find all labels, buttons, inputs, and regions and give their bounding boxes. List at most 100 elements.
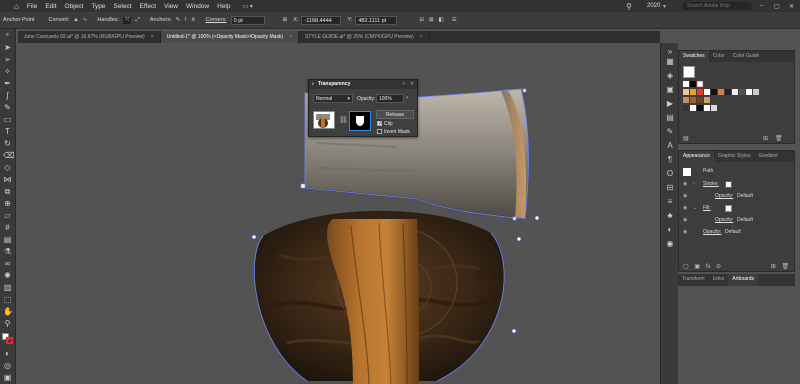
libraries-icon[interactable]: ▣ xyxy=(665,85,675,95)
stroke-swatch[interactable] xyxy=(6,337,13,344)
x-input[interactable]: -1168.4444 xyxy=(301,15,342,25)
tab-links[interactable]: Links xyxy=(709,274,729,286)
eraser-tool-icon[interactable]: ⌫ xyxy=(3,151,14,160)
tab-swatches[interactable]: Swatches xyxy=(679,51,709,62)
tab-june-carousels[interactable]: June Carousels 02.ai* @ 16.67% (RGB/GPU … xyxy=(18,31,161,43)
anchor-connect-icon[interactable]: ⌇ xyxy=(184,17,187,23)
collapse-icon[interactable]: ≡ xyxy=(3,31,12,40)
brushes-icon[interactable]: ✎ xyxy=(665,127,675,137)
home-icon[interactable]: ⌂ xyxy=(14,2,19,11)
eyedropper-tool-icon[interactable]: ⚗ xyxy=(3,247,12,256)
width-tool-icon[interactable]: ⋈ xyxy=(3,175,12,184)
type-tool-icon[interactable]: T xyxy=(3,127,12,136)
tab-untitled-1[interactable]: Untitled-1* @ 100% (<Opacity Mask>/Opaci… xyxy=(160,31,300,43)
appearance-object-row[interactable]: Path xyxy=(679,166,796,177)
menu-file[interactable]: File xyxy=(27,3,37,10)
menu-help[interactable]: Help xyxy=(217,3,230,10)
shape-builder-tool-icon[interactable]: ⊕ xyxy=(3,199,12,208)
release-button[interactable]: Release xyxy=(376,110,414,119)
close-tab-icon[interactable]: × xyxy=(151,34,154,40)
new-swatch-icon[interactable]: ⊞ xyxy=(763,135,768,142)
opacity-chevron-icon[interactable]: › xyxy=(406,95,408,101)
handles-alt-icon[interactable]: ⤢ xyxy=(135,17,139,24)
convert-corner-icon[interactable]: ▲ xyxy=(73,17,78,23)
align-icon[interactable]: ⊟ xyxy=(665,183,675,193)
tab-graphic-styles[interactable]: Graphic Styles xyxy=(714,151,755,162)
free-transform-tool-icon[interactable]: ⧉ xyxy=(3,187,12,196)
selection-tool-icon[interactable]: ➤ xyxy=(3,43,12,52)
appearance-stroke-row[interactable]: ◉ › Stroke: xyxy=(679,179,796,190)
clear-appearance-icon[interactable]: ⊘ xyxy=(716,264,721,270)
invert-mask-checkbox[interactable]: Invert Mask xyxy=(377,129,410,135)
graph-tool-icon[interactable]: ▥ xyxy=(3,283,12,292)
tab-transform[interactable]: Transform xyxy=(678,274,709,286)
tab-color[interactable]: Color xyxy=(709,51,729,62)
curvature-tool-icon[interactable]: ∫ xyxy=(3,91,12,100)
delete-swatch-icon[interactable]: 🗑 xyxy=(775,135,783,142)
handles-icon[interactable]: ⤧ xyxy=(123,16,132,24)
symbols-icon[interactable]: ♣ xyxy=(665,211,675,221)
screen-mode-icon[interactable]: ▣ xyxy=(3,373,12,382)
transparency-icon[interactable]: ◐ xyxy=(665,225,675,235)
paragraph-icon[interactable]: ¶ xyxy=(665,155,675,165)
workspace-chevron-icon[interactable]: ▾ xyxy=(663,3,666,10)
corners-input[interactable]: 0 pt xyxy=(230,15,265,25)
eye-icon[interactable]: ◉ xyxy=(683,203,687,214)
align-icon[interactable]: ⊟ xyxy=(419,17,424,23)
duplicate-item-icon[interactable]: ⊞ xyxy=(771,264,776,270)
menu-window[interactable]: Window xyxy=(186,3,209,10)
tab-appearance[interactable]: Appearance xyxy=(679,151,714,162)
rectangle-tool-icon[interactable]: ▭ xyxy=(3,115,12,124)
layers-icon[interactable]: ◈ xyxy=(665,71,675,81)
pencil-tool-icon[interactable]: ✎ xyxy=(3,103,12,112)
zoom-tool-icon[interactable]: ⚲ xyxy=(3,319,12,328)
close-window-icon[interactable]: ✕ xyxy=(789,3,794,10)
direct-selection-tool-icon[interactable]: ➢ xyxy=(3,55,12,64)
appearance-opacity-row[interactable]: ◉ Opacity: Default xyxy=(679,227,796,238)
appearance-fill-row[interactable]: ◉ ⌄ Fill: xyxy=(679,203,796,214)
clip-checkbox[interactable]: ✓ Clip xyxy=(377,121,393,127)
new-art-basic-icon[interactable]: ▢ xyxy=(683,264,689,270)
color-mode-icon[interactable]: ◐ xyxy=(3,349,12,358)
maximize-icon[interactable]: ▢ xyxy=(774,3,780,10)
disclosure-icon[interactable]: › xyxy=(693,179,695,190)
link-icon[interactable]: ⛓ xyxy=(339,116,348,124)
transform-grid-icon[interactable]: ⊞ xyxy=(283,17,288,23)
isolate-icon[interactable]: ◧ xyxy=(439,17,444,23)
symbol-sprayer-tool-icon[interactable]: ✺ xyxy=(3,271,12,280)
eye-icon[interactable]: ◉ xyxy=(683,191,687,202)
artwork-thumbnail[interactable] xyxy=(313,111,335,129)
menu-object[interactable]: Object xyxy=(65,3,84,10)
collapse-panel-icon[interactable]: » xyxy=(402,80,405,89)
pen-tool-icon[interactable]: ✒ xyxy=(3,79,12,88)
stroke-icon[interactable]: ≡ xyxy=(665,197,675,207)
rotate-tool-icon[interactable]: ↻ xyxy=(3,139,12,148)
hand-tool-icon[interactable]: ✋ xyxy=(3,307,13,316)
properties-icon[interactable]: ▦ xyxy=(665,57,675,67)
y-input[interactable]: 482.1111 pt xyxy=(355,15,398,25)
minimize-icon[interactable]: – xyxy=(760,3,763,9)
close-tab-icon[interactable]: × xyxy=(289,34,292,40)
mesh-tool-icon[interactable]: # xyxy=(3,223,12,232)
workspace-name[interactable]: 2020 xyxy=(647,3,660,9)
magic-wand-tool-icon[interactable]: ✧ xyxy=(3,67,12,76)
perspective-tool-icon[interactable]: ▱ xyxy=(3,211,12,220)
swatches-icon[interactable]: ▤ xyxy=(665,113,675,123)
collapse-icon[interactable]: » xyxy=(665,47,675,57)
anchor-cut-icon[interactable]: ⋔ xyxy=(191,17,196,23)
help-search-input[interactable]: Search Adobe Help xyxy=(682,2,752,10)
lightbulb-icon[interactable]: ⚲ xyxy=(626,2,632,11)
close-tab-icon[interactable]: × xyxy=(420,34,423,40)
mask-thumbnail[interactable] xyxy=(349,111,371,131)
anchor-remove-icon[interactable]: ✎ xyxy=(176,17,181,23)
menu-select[interactable]: Select xyxy=(113,3,131,10)
opacity-input[interactable]: 100% xyxy=(376,94,404,103)
tab-style-guide[interactable]: STYLE GUIDE.ai* @ 25% (CMYK/GPU Preview)… xyxy=(299,31,430,43)
arrange-icon[interactable]: ▭ ▾ xyxy=(243,3,253,10)
appearance-stroke-opacity-row[interactable]: ◉ Opacity: Default xyxy=(679,191,796,202)
fill-white-swatch[interactable] xyxy=(725,205,732,212)
transparency-title-bar[interactable]: ▸ Transparency ✕ » xyxy=(309,80,417,89)
appearance-icon[interactable]: ◉ xyxy=(665,239,675,249)
character-icon[interactable]: A xyxy=(665,141,675,151)
panel-menu-icon[interactable]: ☰ xyxy=(452,17,457,23)
